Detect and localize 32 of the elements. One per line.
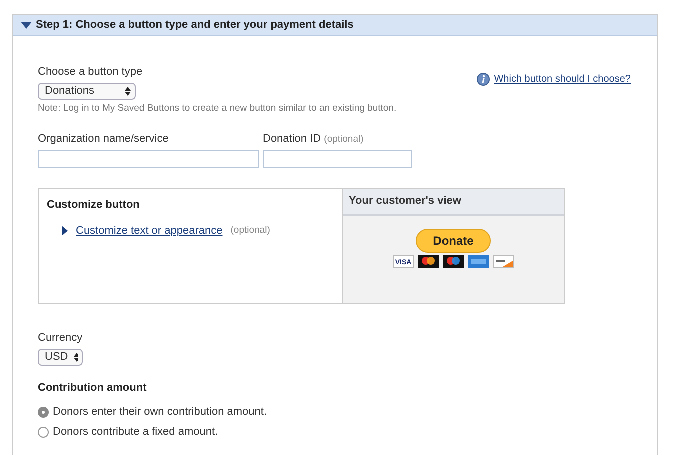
option-label: Donors enter their own contribution amount.: [53, 405, 268, 420]
section-header[interactable]: Step 1: Choose a button type and enter your payment details: [13, 15, 657, 36]
input-field[interactable]: [263, 150, 412, 168]
field-label: Organization name/service: [38, 132, 170, 147]
note-text: Note: Log in to My Saved Buttons to create a new button similar to an existing button.: [38, 102, 398, 116]
card-icon: [468, 254, 489, 268]
select-arrows-icon: [74, 352, 78, 362]
button-type-select[interactable]: Donations: [38, 82, 136, 100]
currency-select[interactable]: USD: [38, 348, 83, 366]
field-label: Currency: [38, 331, 84, 346]
field-label: Choose a button type: [38, 65, 143, 80]
expand-arrow-icon[interactable]: [62, 226, 68, 236]
radio-button[interactable]: [38, 407, 49, 418]
card-icon: [443, 254, 464, 268]
option-label: Donors contribute a fixed amount.: [53, 424, 218, 440]
select-arrows-icon: [125, 86, 131, 96]
input-field[interactable]: [38, 150, 259, 168]
card-icon: [418, 254, 439, 268]
optional-hint: (optional): [230, 224, 270, 238]
section-subtitle: Contribution amount: [38, 380, 148, 396]
info-icon: [477, 73, 490, 86]
field-label: Donation ID (optional): [263, 132, 365, 147]
panel-title: Customize button: [47, 198, 141, 214]
collapse-arrow-icon[interactable]: [21, 22, 32, 28]
login-link[interactable]: Log in: [63, 102, 90, 114]
radio-button[interactable]: [38, 426, 49, 438]
customize-link[interactable]: Customize text or appearance: [76, 222, 223, 240]
section-title: Step 1: Choose a button type and enter your payment details: [36, 18, 354, 33]
help-link[interactable]: Which button should I choose?: [494, 72, 631, 88]
card-icon: [493, 254, 514, 268]
preview-title: Your customer's view: [343, 189, 564, 216]
donate-button[interactable]: Donate: [416, 228, 491, 253]
